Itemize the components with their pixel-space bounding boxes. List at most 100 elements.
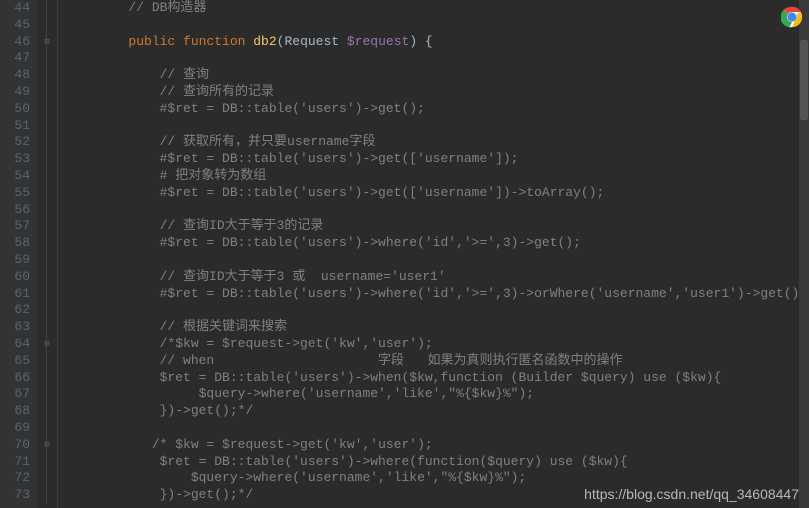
code-token: })->get();*/ — [160, 487, 254, 502]
code-line[interactable]: // DB构造器 — [66, 0, 809, 17]
code-line[interactable]: // 查询ID大于等于3的记录 — [66, 218, 809, 235]
code-token: $query->where('username','like',"%{$kw}%… — [199, 386, 534, 401]
code-token — [66, 454, 160, 469]
code-line[interactable]: # 把对象转为数组 — [66, 168, 809, 185]
code-editor: 4445464748495051525354555657585960616263… — [0, 0, 809, 508]
code-token: $ret = DB::table('users')->when($kw,func… — [160, 370, 722, 385]
code-line[interactable] — [66, 17, 809, 34]
line-number: 62 — [4, 302, 30, 319]
line-number: 46 — [4, 34, 30, 51]
code-line[interactable]: /* $kw = $request->get('kw','user'); — [66, 437, 809, 454]
code-token — [66, 319, 160, 334]
code-token — [66, 353, 160, 368]
line-number: 64 — [4, 336, 30, 353]
line-number: 73 — [4, 487, 30, 504]
code-line[interactable]: })->get();*/ — [66, 403, 809, 420]
watermark-text: https://blog.csdn.net/qq_34608447 — [584, 486, 799, 502]
line-number: 57 — [4, 218, 30, 235]
code-token: // 获取所有，并只要username字段 — [160, 134, 376, 149]
code-token — [66, 437, 152, 452]
fold-column: ⊟ ⊟ ⊟ — [38, 0, 58, 508]
code-line[interactable]: // 查询ID大于等于3 或 username='user1' — [66, 269, 809, 286]
code-token: // 查询ID大于等于3的记录 — [160, 218, 324, 233]
code-token — [66, 269, 160, 284]
fold-marker-icon[interactable]: ⊟ — [42, 440, 52, 450]
line-number: 59 — [4, 252, 30, 269]
line-number: 52 — [4, 134, 30, 151]
code-token — [66, 370, 160, 385]
line-number: 67 — [4, 386, 30, 403]
code-token: /*$kw = $request->get('kw','user'); — [160, 336, 433, 351]
code-token: // when 字段 如果为真则执行匿名函数中的操作 — [160, 353, 623, 368]
code-token — [66, 185, 160, 200]
code-token: #$ret = DB::table('users')->where('id','… — [160, 235, 581, 250]
code-token — [66, 134, 160, 149]
code-line[interactable]: #$ret = DB::table('users')->where('id','… — [66, 235, 809, 252]
code-line[interactable]: /*$kw = $request->get('kw','user'); — [66, 336, 809, 353]
vertical-scrollbar[interactable] — [799, 0, 809, 508]
code-token — [66, 470, 191, 485]
code-line[interactable]: $ret = DB::table('users')->where(functio… — [66, 454, 809, 471]
code-token: /* $kw = $request->get('kw','user'); — [152, 437, 433, 452]
code-content[interactable]: // DB构造器 public function db2(Request $re… — [58, 0, 809, 508]
code-token: Request — [284, 34, 346, 49]
code-line[interactable] — [66, 420, 809, 437]
code-token: #$ret = DB::table('users')->get(); — [160, 101, 425, 116]
code-line[interactable]: // when 字段 如果为真则执行匿名函数中的操作 — [66, 353, 809, 370]
code-line[interactable]: // 根据关键词来搜索 — [66, 319, 809, 336]
code-line[interactable]: #$ret = DB::table('users')->get(['userna… — [66, 151, 809, 168]
code-line[interactable]: $query->where('username','like',"%{$kw}%… — [66, 386, 809, 403]
line-number: 71 — [4, 454, 30, 471]
code-line[interactable] — [66, 50, 809, 67]
code-token: // 查询所有的记录 — [160, 84, 274, 99]
code-line[interactable] — [66, 252, 809, 269]
code-line[interactable]: // 查询 — [66, 67, 809, 84]
line-number: 70 — [4, 437, 30, 454]
code-line[interactable] — [66, 302, 809, 319]
code-token — [66, 235, 160, 250]
line-number: 44 — [4, 0, 30, 17]
scrollbar-thumb[interactable] — [800, 40, 808, 120]
code-token — [66, 168, 160, 183]
code-token: // 查询ID大于等于3 或 username='user1' — [160, 269, 446, 284]
line-number: 56 — [4, 202, 30, 219]
line-number: 45 — [4, 17, 30, 34]
line-number: 49 — [4, 84, 30, 101]
code-line[interactable]: // 查询所有的记录 — [66, 84, 809, 101]
fold-marker-icon[interactable]: ⊟ — [42, 339, 52, 349]
code-line[interactable] — [66, 118, 809, 135]
code-token: #$ret = DB::table('users')->where('id','… — [160, 286, 808, 301]
line-number: 55 — [4, 185, 30, 202]
code-line[interactable]: #$ret = DB::table('users')->get(); — [66, 101, 809, 118]
code-token: # 把对象转为数组 — [160, 168, 267, 183]
line-number: 68 — [4, 403, 30, 420]
line-number: 58 — [4, 235, 30, 252]
code-token: })->get();*/ — [160, 403, 254, 418]
code-token: #$ret = DB::table('users')->get(['userna… — [160, 185, 605, 200]
line-number: 65 — [4, 353, 30, 370]
line-number: 69 — [4, 420, 30, 437]
line-number: 53 — [4, 151, 30, 168]
code-token: db2 — [253, 34, 276, 49]
code-token — [66, 218, 160, 233]
line-number: 50 — [4, 101, 30, 118]
code-token — [66, 101, 160, 116]
code-line[interactable]: $ret = DB::table('users')->when($kw,func… — [66, 370, 809, 387]
code-line[interactable]: $query->where('username','like',"%{$kw}%… — [66, 470, 809, 487]
code-token — [66, 84, 160, 99]
line-number-gutter: 4445464748495051525354555657585960616263… — [0, 0, 38, 508]
code-token — [66, 34, 128, 49]
code-token: $request — [347, 34, 409, 49]
fold-marker-icon[interactable]: ⊟ — [42, 37, 52, 47]
code-token — [66, 386, 199, 401]
code-line[interactable]: #$ret = DB::table('users')->where('id','… — [66, 286, 809, 303]
code-token: $query->where('username','like',"%{$kw}%… — [191, 470, 526, 485]
code-line[interactable]: public function db2(Request $request) { — [66, 34, 809, 51]
code-line[interactable] — [66, 202, 809, 219]
line-number: 54 — [4, 168, 30, 185]
code-line[interactable]: // 获取所有，并只要username字段 — [66, 134, 809, 151]
code-token — [66, 336, 160, 351]
code-token — [66, 403, 160, 418]
code-line[interactable]: #$ret = DB::table('users')->get(['userna… — [66, 185, 809, 202]
code-token: #$ret = DB::table('users')->get(['userna… — [160, 151, 519, 166]
